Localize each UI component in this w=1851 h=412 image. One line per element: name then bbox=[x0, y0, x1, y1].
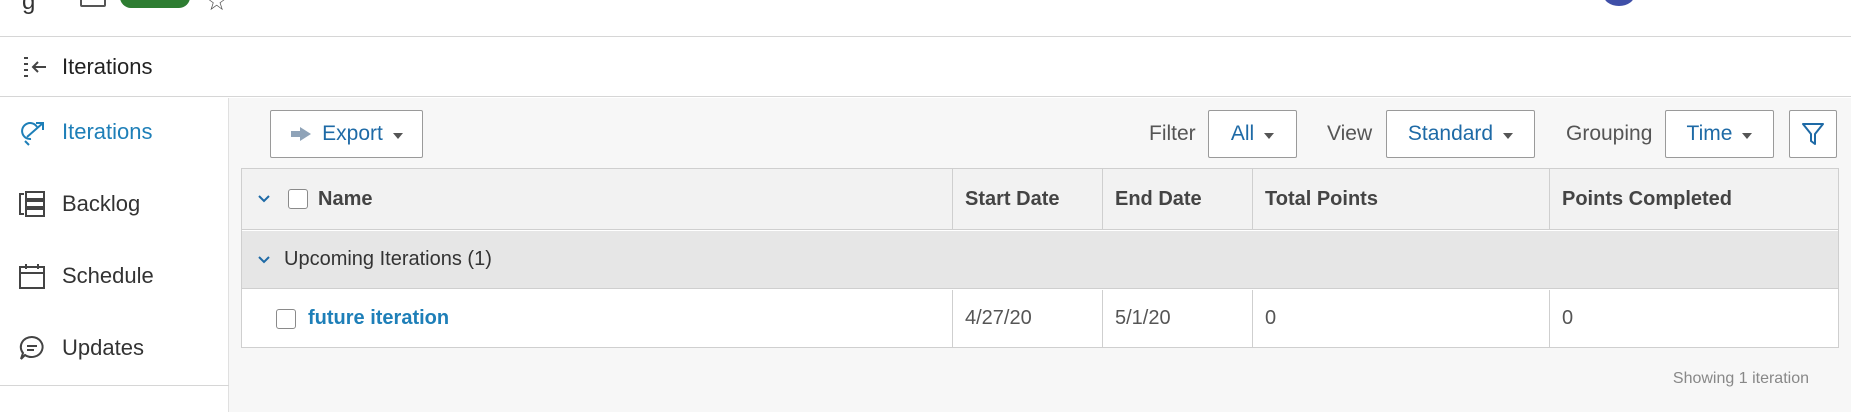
chevron-down-icon bbox=[1264, 132, 1275, 139]
table-row[interactable]: future iteration 4/27/20 5/1/20 0 0 bbox=[242, 290, 1838, 347]
points-completed-cell: 0 bbox=[1562, 307, 1574, 329]
sidebar-item-label: Iterations bbox=[62, 119, 153, 144]
filter-label: Filter bbox=[1149, 122, 1196, 145]
chevron-down-icon bbox=[1503, 132, 1514, 139]
chevron-down-icon bbox=[1742, 132, 1753, 139]
column-label: Total Points bbox=[1265, 187, 1378, 210]
sidebar: Iterations Backlog Schedule Updates bbox=[0, 98, 229, 412]
iteration-link[interactable]: future iteration bbox=[308, 307, 449, 330]
group-label: Upcoming Iterations (1) bbox=[284, 248, 492, 270]
start-date-cell: 4/27/20 bbox=[953, 290, 1103, 347]
chevron-down-icon[interactable] bbox=[254, 189, 274, 209]
sidebar-item-label: Schedule bbox=[62, 263, 154, 288]
chat-bubble-icon bbox=[16, 332, 48, 364]
total-points-cell: 0 bbox=[1253, 290, 1550, 347]
select-all-checkbox[interactable] bbox=[288, 189, 308, 209]
iterations-icon bbox=[16, 116, 48, 148]
column-header-points-completed[interactable]: Points Completed bbox=[1550, 169, 1838, 229]
chevron-down-icon bbox=[392, 132, 403, 139]
status-pill[interactable] bbox=[120, 0, 190, 8]
backlog-icon bbox=[16, 188, 48, 220]
column-header-name[interactable]: Name bbox=[242, 169, 953, 229]
filter-value: All bbox=[1230, 122, 1255, 145]
grouping-label: Grouping bbox=[1566, 122, 1653, 145]
page-header: Iterations bbox=[0, 38, 1851, 97]
main-content: Export Filter All View Standard Grouping… bbox=[229, 98, 1851, 412]
toolbar: Export Filter All View Standard Grouping… bbox=[241, 98, 1839, 168]
column-label: Start Date bbox=[965, 187, 1060, 210]
sidebar-item-label: Backlog bbox=[62, 191, 141, 216]
top-bar-partial-glyph: g bbox=[22, 0, 36, 15]
sidebar-item-backlog[interactable]: Backlog bbox=[0, 174, 229, 234]
column-header-total-points[interactable]: Total Points bbox=[1253, 169, 1550, 229]
column-label: End Date bbox=[1115, 187, 1202, 210]
name-cell: future iteration bbox=[242, 290, 953, 347]
grouping-dropdown[interactable]: Time bbox=[1665, 110, 1774, 158]
star-icon[interactable]: ☆ bbox=[205, 0, 228, 14]
iterations-table: Name Start Date End Date Total Points Po… bbox=[241, 168, 1839, 348]
avatar[interactable] bbox=[1603, 0, 1635, 6]
sidebar-divider bbox=[0, 385, 229, 386]
row-checkbox[interactable] bbox=[276, 308, 296, 329]
funnel-icon bbox=[1801, 121, 1825, 147]
export-arrow-icon bbox=[290, 126, 312, 142]
export-button[interactable]: Export bbox=[270, 110, 423, 158]
table-header-row: Name Start Date End Date Total Points Po… bbox=[242, 169, 1838, 230]
end-date-cell: 5/1/20 bbox=[1103, 290, 1253, 347]
collapse-sidebar-icon[interactable] bbox=[20, 52, 50, 82]
grouping-value: Time bbox=[1686, 122, 1733, 145]
row-count-text: Showing 1 iteration bbox=[1672, 370, 1809, 387]
view-label: View bbox=[1327, 122, 1373, 145]
export-label: Export bbox=[322, 122, 383, 145]
filter-funnel-button[interactable] bbox=[1789, 110, 1837, 158]
filter-dropdown[interactable]: All bbox=[1208, 110, 1297, 158]
sidebar-item-updates[interactable]: Updates bbox=[0, 318, 229, 378]
view-value: Standard bbox=[1407, 122, 1494, 145]
document-icon[interactable] bbox=[80, 0, 106, 7]
group-row[interactable]: Upcoming Iterations (1) bbox=[242, 231, 1838, 289]
view-dropdown[interactable]: Standard bbox=[1386, 110, 1535, 158]
column-header-start-date[interactable]: Start Date bbox=[953, 169, 1103, 229]
iterations-panel: Export Filter All View Standard Grouping… bbox=[241, 98, 1839, 412]
sidebar-item-schedule[interactable]: Schedule bbox=[0, 246, 229, 306]
chevron-down-icon[interactable] bbox=[254, 250, 274, 270]
calendar-icon bbox=[16, 260, 48, 292]
column-header-end-date[interactable]: End Date bbox=[1103, 169, 1253, 229]
sidebar-item-iterations[interactable]: Iterations bbox=[0, 102, 229, 162]
column-label: Points Completed bbox=[1562, 187, 1733, 210]
top-app-bar: g ☆ bbox=[0, 0, 1851, 37]
column-label: Name bbox=[318, 187, 373, 210]
sidebar-item-label: Updates bbox=[62, 335, 144, 360]
page-title: Iterations bbox=[62, 54, 153, 79]
